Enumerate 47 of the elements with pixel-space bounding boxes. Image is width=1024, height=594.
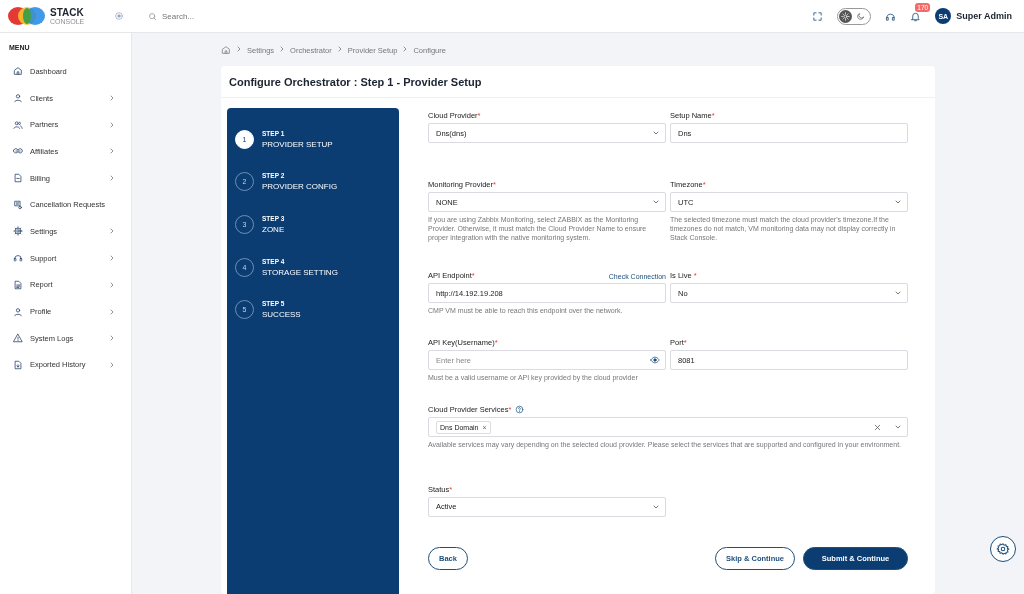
step-name: PROVIDER CONFIG — [262, 182, 338, 192]
page-title: Configure Orchestrator : Step 1 - Provider Setup — [221, 66, 935, 98]
step-name: PROVIDER SETUP — [262, 139, 333, 149]
eye-icon — [650, 355, 660, 366]
headset-icon — [13, 253, 23, 264]
chevron-right-icon — [108, 254, 116, 263]
home-icon — [221, 45, 231, 55]
clear-icon — [873, 422, 882, 432]
chevron-right-icon — [108, 174, 116, 183]
search-icon — [148, 11, 157, 21]
chevron-right-icon — [108, 280, 116, 289]
sun-icon — [841, 11, 851, 21]
chevron-right-icon — [235, 45, 243, 53]
chevron-down-icon — [652, 198, 660, 206]
users-icon — [13, 119, 23, 130]
report-icon — [13, 279, 23, 290]
step-name: STORAGE SETTING — [262, 267, 338, 277]
brand-name: STACK — [50, 7, 85, 18]
help-icon — [515, 405, 525, 415]
fullscreen-icon — [812, 10, 824, 22]
document-icon — [13, 173, 23, 184]
chevron-right-icon — [108, 307, 116, 316]
settings-button[interactable] — [990, 536, 1016, 562]
chevron-right-icon — [108, 120, 116, 129]
warning-icon — [13, 333, 23, 344]
search-field[interactable]: Search... — [162, 11, 282, 21]
chevron-right-icon — [108, 94, 116, 103]
handshake-icon — [13, 146, 23, 157]
gear-icon — [996, 542, 1010, 556]
bell-icon — [910, 10, 922, 22]
step-name: ZONE — [262, 225, 285, 234]
gear-icon — [13, 226, 23, 237]
user-name: Super Admin — [956, 11, 1012, 21]
chevron-right-icon — [108, 147, 116, 156]
chevron-down-icon — [652, 129, 660, 137]
user-icon — [13, 93, 23, 104]
collapse-icon — [114, 11, 124, 21]
export-icon — [13, 359, 23, 370]
moon-icon — [856, 11, 866, 21]
step-name: SUCCESS — [262, 310, 301, 320]
user-icon — [13, 306, 23, 317]
chevron-right-icon — [108, 227, 116, 236]
chevron-down-icon — [894, 198, 902, 206]
chevron-right-icon — [108, 360, 116, 369]
logo-icon — [8, 7, 46, 25]
home-icon — [13, 66, 23, 77]
chevron-right-icon — [108, 334, 116, 343]
